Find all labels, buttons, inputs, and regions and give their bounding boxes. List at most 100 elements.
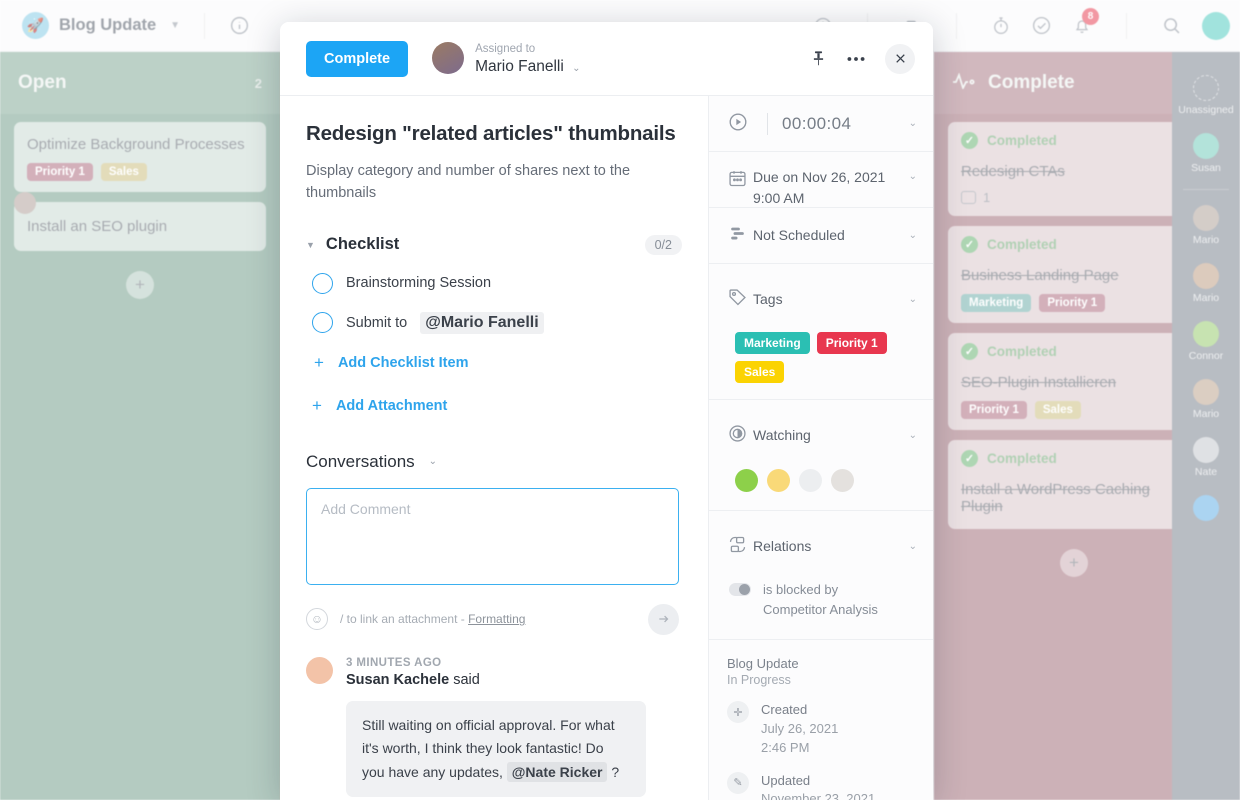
chevron-down-icon[interactable]: ⌄ — [572, 63, 580, 74]
assignee-selector[interactable]: Assigned to Mario Fanelli ⌄ — [432, 41, 581, 76]
board-card[interactable]: Optimize Background Processes Priority 1… — [14, 122, 266, 214]
rail-item-unassigned[interactable]: Unassigned — [1172, 68, 1240, 123]
add-attachment-button[interactable]: + Add Attachment — [306, 396, 682, 416]
add-card-button[interactable]: + — [126, 271, 154, 299]
chevron-down-icon[interactable]: ⌄ — [909, 541, 917, 552]
sidebar-due-date-row[interactable]: Due on Nov 26, 2021 9:00 AM ⌄ — [709, 152, 933, 208]
current-user-avatar[interactable] — [1202, 11, 1230, 40]
check-icon: ✓ — [961, 236, 978, 253]
check-circle-icon[interactable] — [1031, 15, 1052, 36]
chevron-down-icon[interactable]: ⌄ — [429, 456, 437, 467]
relation-toggle-icon[interactable] — [729, 583, 751, 596]
relation-item[interactable]: is blocked by Competitor Analysis — [709, 580, 933, 619]
project-title: Blog Update — [59, 16, 157, 34]
info-icon[interactable] — [229, 15, 250, 36]
comment-count-value: 1 — [983, 190, 991, 205]
comment-author-name: Susan Kachele — [346, 671, 450, 688]
avatar — [1193, 321, 1219, 347]
rail-item-mario-3[interactable]: Mario — [1172, 372, 1240, 427]
avatar — [1193, 379, 1219, 405]
checkbox-icon[interactable] — [312, 312, 333, 334]
complete-button[interactable]: Complete — [306, 40, 409, 77]
mention-chip[interactable]: @Mario Fanelli — [420, 311, 544, 334]
comment-said-suffix: said — [453, 671, 480, 688]
pin-icon[interactable] — [810, 49, 827, 68]
watcher-avatar[interactable] — [767, 469, 790, 492]
comment-input[interactable] — [306, 487, 679, 585]
checkbox-icon[interactable] — [312, 272, 333, 294]
caret-down-icon[interactable]: ▼ — [306, 240, 315, 250]
relations-icon — [727, 533, 753, 560]
meta-status: In Progress — [727, 673, 791, 687]
rail-item-mario-1[interactable]: Mario — [1172, 198, 1240, 253]
card-status: ✓ Completed — [948, 333, 1200, 368]
project-chevron-down-icon[interactable]: ▼ — [170, 20, 180, 31]
rail-item-extra[interactable] — [1172, 488, 1240, 528]
card-tag: Priority 1 — [1039, 294, 1106, 312]
timer-value: 00:00:04 — [782, 113, 852, 133]
meta-project-name[interactable]: Blog Update — [727, 656, 915, 671]
stopwatch-icon[interactable] — [991, 15, 1011, 36]
board-card[interactable]: ✓ Completed SEO-Plugin Installieren Prio… — [948, 333, 1200, 430]
rail-item-label: Nate — [1194, 466, 1218, 478]
sidebar-timer-row[interactable]: 00:00:04 ⌄ — [709, 96, 933, 152]
comment-timestamp: 3 MINUTES AGO — [346, 656, 442, 669]
task-description[interactable]: Display category and number of shares ne… — [306, 160, 636, 205]
task-title: Redesign "related articles" thumbnails — [306, 122, 676, 145]
tag-chip-marketing[interactable]: Marketing — [735, 332, 810, 354]
smiley-icon[interactable]: ☺ — [306, 608, 328, 631]
chevron-down-icon[interactable]: ⌄ — [909, 118, 917, 129]
watcher-avatar[interactable] — [799, 469, 822, 492]
chevron-down-icon[interactable]: ⌄ — [909, 430, 917, 441]
modal-header: Complete Assigned to Mario Fanelli ⌄ — [280, 22, 933, 96]
rail-item-label: Unassigned — [1178, 104, 1234, 116]
card-status: ✓ Completed — [948, 122, 1200, 157]
checklist-header[interactable]: ▼ Checklist 0/2 — [306, 234, 682, 255]
add-checklist-item-button[interactable]: + Add Checklist Item — [306, 353, 682, 373]
chevron-down-icon[interactable]: ⌄ — [909, 167, 917, 182]
board-card[interactable]: ✓ Completed Install a WordPress Caching … — [948, 440, 1200, 529]
tag-chip-priority-1[interactable]: Priority 1 — [816, 332, 887, 354]
checklist-item[interactable]: Submit to @Mario Fanelli — [306, 311, 682, 334]
checklist-item[interactable]: Brainstorming Session — [306, 272, 682, 294]
watcher-avatar[interactable] — [735, 469, 758, 492]
card-status: ✓ Completed — [948, 440, 1200, 475]
chevron-down-icon[interactable]: ⌄ — [909, 294, 917, 305]
relation-target[interactable]: Competitor Analysis — [763, 602, 878, 617]
checklist-item-label: Submit to — [346, 314, 408, 331]
board-card[interactable]: Install an SEO plugin — [14, 202, 266, 251]
formatting-link[interactable]: Formatting — [468, 612, 525, 626]
add-card-button[interactable]: + — [1060, 549, 1088, 577]
avatar — [1193, 437, 1219, 463]
comment-hint: / to link an attachment - Formatting — [340, 612, 525, 626]
play-circle-icon[interactable] — [727, 110, 753, 138]
rail-item-mario-2[interactable]: Mario — [1172, 256, 1240, 311]
relations-header[interactable]: Relations ⌄ — [709, 511, 933, 567]
tags-header[interactable]: Tags ⌄ — [709, 264, 933, 320]
watcher-avatars — [709, 469, 933, 492]
due-date-text: Due on Nov 26, 2021 9:00 AM — [753, 169, 886, 206]
board-card[interactable]: ✓ Completed Business Landing Page Market… — [948, 226, 1200, 323]
sidebar-schedule-row[interactable]: Not Scheduled ⌄ — [709, 208, 933, 264]
sidebar-relations-section: Relations ⌄ is blocked by Competitor Ana… — [709, 511, 933, 640]
board-card[interactable]: ✓ Completed Redesign CTAs 1 — [948, 122, 1200, 216]
close-icon[interactable] — [885, 43, 915, 74]
mention-chip[interactable]: @Nate Ricker — [506, 761, 608, 782]
tag-chip-sales[interactable]: Sales — [735, 361, 785, 383]
send-comment-button[interactable] — [648, 603, 679, 635]
plus-icon: + — [314, 352, 324, 372]
rail-item-nate[interactable]: Nate — [1172, 430, 1240, 485]
rail-item-susan[interactable]: Susan — [1172, 126, 1240, 181]
bell-icon[interactable]: 8 — [1072, 8, 1099, 36]
conversations-header[interactable]: Conversations ⌄ — [306, 452, 682, 472]
toolbar-divider — [204, 12, 206, 39]
rail-item-connor[interactable]: Connor — [1172, 314, 1240, 369]
assigned-to-label: Assigned to — [475, 43, 536, 56]
chevron-down-icon[interactable]: ⌄ — [909, 230, 917, 241]
watching-header[interactable]: Watching ⌄ — [709, 400, 933, 456]
search-icon[interactable] — [1161, 15, 1182, 36]
tag-list: Marketing Priority 1 Sales — [709, 332, 933, 383]
ellipsis-icon[interactable] — [847, 56, 865, 62]
watcher-avatar[interactable] — [831, 469, 854, 492]
pencil-icon: ✎ — [727, 771, 749, 794]
